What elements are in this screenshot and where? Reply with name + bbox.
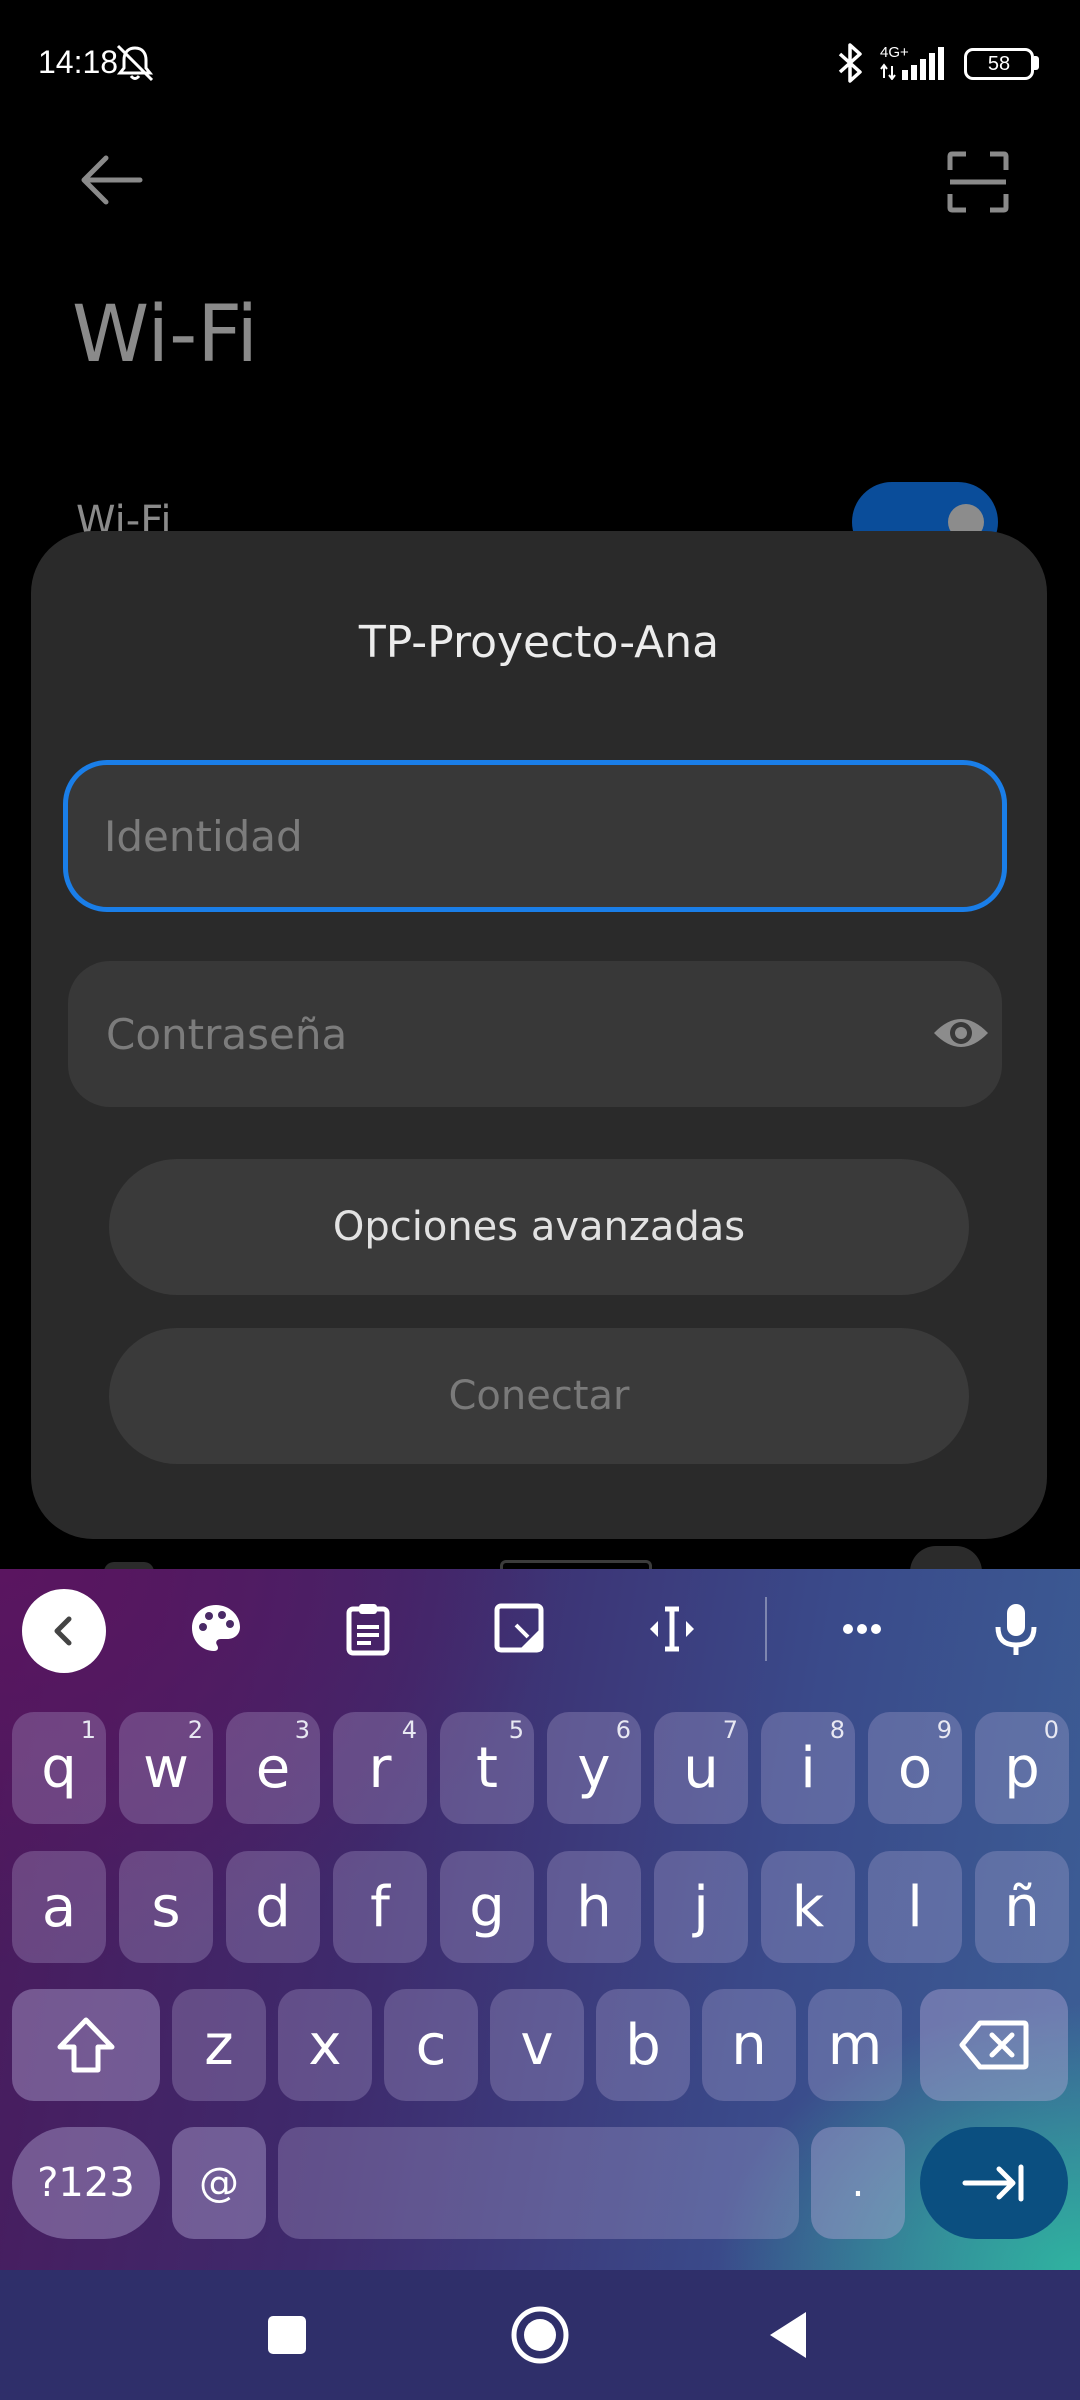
key-u[interactable]: u7	[654, 1712, 748, 1824]
shift-icon	[57, 2017, 115, 2073]
key-q[interactable]: q1	[12, 1712, 106, 1824]
key-x[interactable]: x	[278, 1989, 372, 2101]
key-c[interactable]: c	[384, 1989, 478, 2101]
key-y[interactable]: y6	[547, 1712, 641, 1824]
text-cursor-icon[interactable]	[644, 1601, 700, 1657]
key-label: i	[800, 1735, 816, 1801]
toolbar-divider	[765, 1597, 767, 1661]
key-f[interactable]: f	[333, 1851, 427, 1963]
status-time: 14:18	[38, 44, 119, 80]
key-label: w	[143, 1735, 189, 1801]
key-label: r	[368, 1735, 392, 1801]
key-label: y	[577, 1735, 611, 1801]
advanced-options-button[interactable]: Opciones avanzadas	[109, 1159, 969, 1295]
key-v[interactable]: v	[490, 1989, 584, 2101]
wifi-connect-dialog: TP-Proyecto-Ana Opciones avanzadas Conec…	[31, 531, 1047, 1539]
enter-key[interactable]	[920, 2127, 1068, 2239]
battery-tip	[1034, 56, 1039, 70]
password-input[interactable]	[106, 961, 866, 1107]
key-label: p	[1004, 1735, 1040, 1801]
password-field[interactable]	[68, 961, 1002, 1107]
key-hint: 7	[722, 1716, 738, 1744]
key-b[interactable]: b	[596, 1989, 690, 2101]
key-hint: 2	[187, 1716, 203, 1744]
recents-icon[interactable]	[256, 2304, 318, 2366]
key-label: o	[897, 1735, 933, 1801]
battery-icon: 58	[964, 48, 1034, 80]
key-o[interactable]: o9	[868, 1712, 962, 1824]
key-label: e	[255, 1735, 291, 1801]
key-label: q	[41, 1735, 77, 1801]
key-label: t	[476, 1735, 498, 1801]
back-chevron-icon[interactable]	[22, 1589, 106, 1673]
key-n-tilde[interactable]: ñ	[975, 1851, 1069, 1963]
qr-scan-icon[interactable]	[946, 150, 1010, 214]
key-i[interactable]: i8	[761, 1712, 855, 1824]
key-k[interactable]: k	[761, 1851, 855, 1963]
key-z[interactable]: z	[172, 1989, 266, 2101]
status-bar: 14:18 4G+ 58	[0, 0, 1080, 130]
battery-level: 58	[987, 52, 1011, 75]
clipboard-icon[interactable]	[340, 1601, 396, 1657]
key-p[interactable]: p0	[975, 1712, 1069, 1824]
keyboard: q1 w2 e3 r4 t5 y6 u7 i8 o9 p0 a s d f g …	[0, 1569, 1080, 2270]
signal-icon	[880, 47, 944, 80]
key-hint: 5	[508, 1716, 524, 1744]
key-hint: 8	[829, 1716, 845, 1744]
key-hint: 6	[615, 1716, 631, 1744]
dialog-title: TP-Proyecto-Ana	[358, 617, 720, 668]
bluetooth-icon	[838, 43, 862, 83]
eye-icon[interactable]	[932, 1011, 990, 1055]
page-title: Wi-Fi	[72, 290, 259, 380]
key-h[interactable]: h	[547, 1851, 641, 1963]
space-key[interactable]	[278, 2127, 799, 2239]
identity-field[interactable]	[63, 760, 1007, 912]
key-w[interactable]: w2	[119, 1712, 213, 1824]
key-t[interactable]: t5	[440, 1712, 534, 1824]
microphone-icon[interactable]	[988, 1601, 1044, 1657]
keyboard-toolbar	[0, 1569, 1080, 1689]
period-key[interactable]: .	[811, 2127, 905, 2239]
backspace-icon	[959, 2020, 1029, 2070]
symbols-key[interactable]: ?123	[12, 2127, 160, 2239]
home-icon[interactable]	[509, 2304, 571, 2366]
key-r[interactable]: r4	[333, 1712, 427, 1824]
key-g[interactable]: g	[440, 1851, 534, 1963]
key-s[interactable]: s	[119, 1851, 213, 1963]
key-e[interactable]: e3	[226, 1712, 320, 1824]
key-hint: 1	[80, 1716, 96, 1744]
key-hint: 0	[1043, 1716, 1059, 1744]
one-handed-icon[interactable]	[492, 1601, 548, 1657]
back-arrow-icon[interactable]	[76, 150, 146, 210]
key-hint: 9	[936, 1716, 952, 1744]
key-n[interactable]: n	[702, 1989, 796, 2101]
key-label: u	[683, 1735, 719, 1801]
key-l[interactable]: l	[868, 1851, 962, 1963]
key-m[interactable]: m	[808, 1989, 902, 2101]
bell-off-icon	[116, 44, 154, 82]
key-hint: 4	[401, 1716, 417, 1744]
more-icon[interactable]	[834, 1601, 890, 1657]
shift-key[interactable]	[12, 1989, 160, 2101]
tab-next-icon	[962, 2164, 1024, 2202]
key-d[interactable]: d	[226, 1851, 320, 1963]
key-j[interactable]: j	[654, 1851, 748, 1963]
key-a[interactable]: a	[12, 1851, 106, 1963]
palette-icon[interactable]	[188, 1601, 244, 1657]
key-hint: 3	[294, 1716, 310, 1744]
back-icon[interactable]	[760, 2304, 822, 2366]
identity-input[interactable]	[104, 765, 964, 907]
navigation-bar	[0, 2270, 1080, 2400]
backspace-key[interactable]	[920, 1989, 1068, 2101]
at-key[interactable]: @	[172, 2127, 266, 2239]
connect-button[interactable]: Conectar	[109, 1328, 969, 1464]
